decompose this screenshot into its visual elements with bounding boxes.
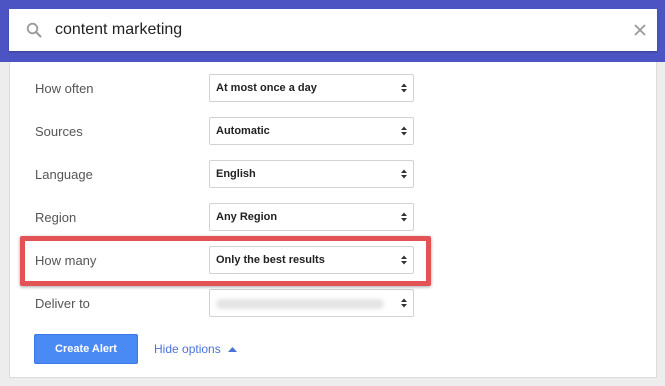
select-arrows-icon (401, 298, 407, 308)
region-select[interactable]: Any Region (209, 203, 414, 231)
language-select[interactable]: English (209, 160, 414, 188)
sources-value: Automatic (216, 125, 270, 137)
create-alert-button[interactable]: Create Alert (34, 334, 138, 364)
top-bar: content marketing (0, 0, 665, 62)
how-often-select[interactable]: At most once a day (209, 74, 414, 102)
deliver-to-label: Deliver to (35, 296, 90, 311)
select-arrows-icon (401, 212, 407, 222)
hide-options-link[interactable]: Hide options (154, 341, 237, 357)
region-value: Any Region (216, 211, 278, 223)
select-arrows-icon (401, 83, 407, 93)
search-box[interactable]: content marketing (9, 9, 657, 51)
sources-label: Sources (35, 124, 83, 139)
language-value: English (216, 168, 256, 180)
deliver-to-select[interactable] (209, 289, 414, 317)
alert-options-panel: How often At most once a day Sources Aut… (9, 62, 657, 378)
language-label: Language (35, 167, 93, 182)
search-input[interactable]: content marketing (55, 20, 182, 40)
hide-options-label: Hide options (154, 342, 221, 356)
close-icon[interactable] (632, 22, 648, 38)
search-icon (26, 22, 42, 38)
select-arrows-icon (401, 169, 407, 179)
region-label: Region (35, 210, 77, 225)
highlight-box (20, 236, 431, 286)
select-arrows-icon (401, 126, 407, 136)
redacted-email (216, 299, 384, 309)
how-often-value: At most once a day (216, 82, 317, 94)
how-often-label: How often (35, 81, 94, 96)
sources-select[interactable]: Automatic (209, 117, 414, 145)
caret-up-icon (227, 346, 237, 352)
